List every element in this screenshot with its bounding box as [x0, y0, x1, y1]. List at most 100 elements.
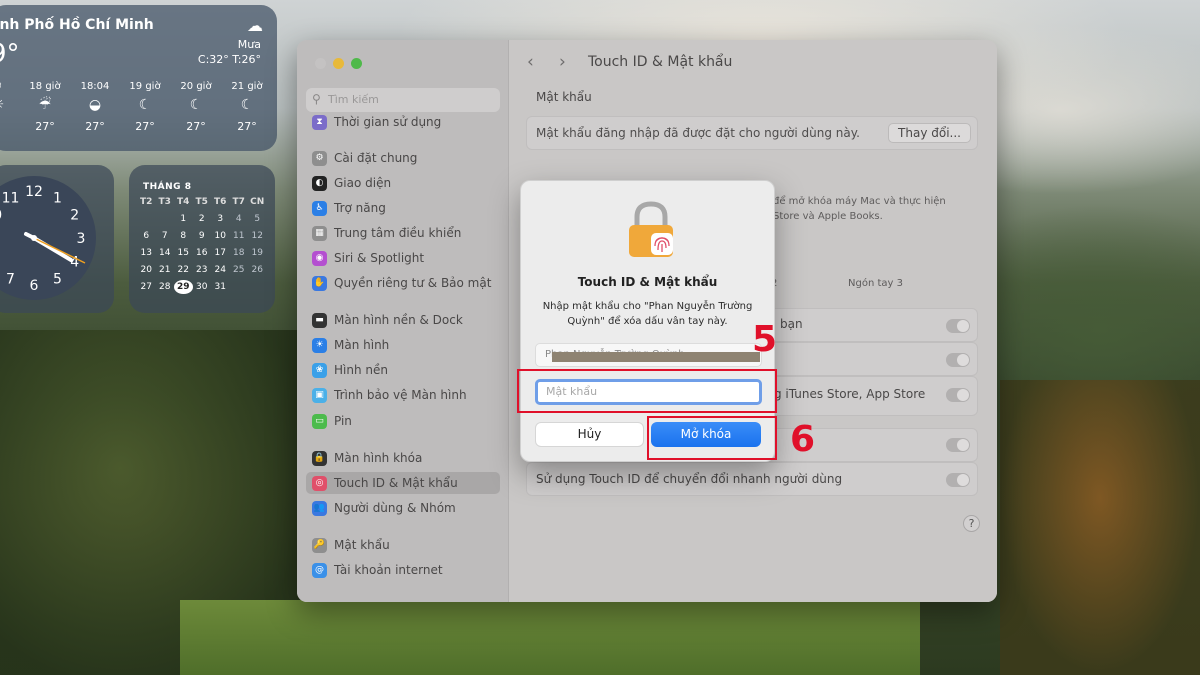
sidebar-item-12[interactable]: 🔒 Màn hình khóa [306, 447, 500, 469]
toggle-switch-2[interactable] [946, 353, 970, 367]
calendar-grid: T2 T3 T4 T5 T6 T7 CN 1 2 3 4 5 6 7 8 9 10 11 12 13 14 15 16 17 1… [137, 195, 267, 294]
calendar-day: 11 [233, 231, 245, 241]
back-chevron-icon[interactable]: ‹ [527, 52, 534, 72]
sidebar-item-label: Hình nền [334, 363, 388, 377]
toggle-switch-5[interactable] [946, 473, 970, 487]
sidebar-item-label: Trung tâm điều khiển [334, 226, 462, 240]
sidebar-item-icon: ◎ [312, 476, 327, 491]
clock-numeral: 3 [77, 231, 86, 247]
change-password-button[interactable]: Thay đổi... [888, 123, 971, 143]
calendar-day: 31 [214, 282, 226, 292]
sidebar-item-label: Trợ năng [334, 201, 386, 215]
sidebar-item-9[interactable]: ❀ Hình nền [306, 359, 500, 381]
calendar-day: 6 [143, 231, 150, 241]
calendar-weekday: CN [250, 197, 265, 207]
forward-chevron-icon[interactable]: › [559, 52, 566, 72]
calendar-day: 28 [159, 282, 171, 292]
clock-numeral: 11 [2, 190, 20, 206]
sidebar-item-8[interactable]: ☀ Màn hình [306, 334, 500, 356]
sidebar-item-label: Giao diện [334, 176, 392, 190]
calendar-day: 10 [214, 231, 226, 241]
clock-widget[interactable]: 121234567891011 [0, 165, 114, 313]
sidebar-item-label: Mật khẩu [334, 538, 390, 552]
calendar-month: THÁNG 8 [143, 182, 192, 192]
weather-hour-4: 20 giờ ☾ 27° [176, 81, 216, 133]
calendar-day: 2 [198, 214, 205, 224]
calendar-day: 4 [235, 214, 242, 224]
calendar-day: 23 [196, 265, 208, 275]
calendar-weekday: T5 [195, 197, 208, 207]
calendar-day [230, 280, 249, 294]
calendar-day: 19 [251, 248, 263, 258]
sidebar-item-3[interactable]: ♿ Trợ năng [306, 197, 500, 219]
sidebar-item-label: Màn hình [334, 338, 390, 352]
sidebar-item-10[interactable]: ▣ Trình bảo vệ Màn hình [306, 384, 500, 406]
cancel-button[interactable]: Hủy [535, 422, 644, 447]
search-icon: ⚲ [312, 92, 321, 106]
calendar-today: 29 [174, 280, 193, 294]
calendar-day: 20 [140, 265, 152, 275]
password-row: Mật khẩu đăng nhập đã được đặt cho người… [526, 116, 978, 150]
hour-temp: 27° [135, 120, 155, 133]
zoom-window-button[interactable] [351, 58, 362, 69]
clock-numeral: 1 [53, 190, 62, 206]
username-field[interactable]: Phan Nguyễn Trường Quỳnh [535, 343, 762, 367]
sidebar-item-2[interactable]: ◐ Giao diện [306, 172, 500, 194]
weather-hour-2: 18:04 ◒ 27° [75, 81, 115, 133]
sidebar-item-icon: ▭ [312, 414, 327, 429]
toggle-switch-3[interactable] [946, 388, 970, 402]
sidebar-item-14[interactable]: 👥 Người dùng & Nhóm [306, 497, 500, 519]
sidebar-item-7[interactable]: ▬ Màn hình nền & Dock [306, 309, 500, 331]
hour-temp: 27° [237, 120, 257, 133]
minimize-window-button[interactable] [333, 58, 344, 69]
calendar-day: 25 [233, 265, 245, 275]
sidebar-item-5[interactable]: ◉ Siri & Spotlight [306, 247, 500, 269]
calendar-day [156, 212, 175, 226]
sidebar-search-input[interactable]: ⚲ Tìm kiếm [306, 88, 500, 112]
highlight-box-password [517, 369, 777, 413]
sidebar-item-icon: ⧗ [312, 115, 327, 130]
calendar-weekday: T4 [177, 197, 190, 207]
cloud-rain-icon: ☁ [247, 16, 263, 35]
sidebar-item-11[interactable]: ▭ Pin [306, 410, 500, 432]
sidebar-item-0[interactable]: ⧗ Thời gian sử dụng [306, 111, 500, 133]
weather-condition: Mưa [237, 38, 261, 51]
toggle-switch-1[interactable] [946, 319, 970, 333]
toggle-switch-4[interactable] [946, 438, 970, 452]
sidebar-item-13[interactable]: ◎ Touch ID & Mật khẩu [306, 472, 500, 494]
calendar-day: 16 [196, 248, 208, 258]
hour-temp: ° [0, 120, 18, 133]
highlight-box-unlock [647, 416, 777, 460]
weather-hour-1: 18 giờ ☔ 27° [25, 81, 65, 133]
calendar-day: 15 [177, 248, 189, 258]
weather-hour-5: 21 giờ ☾ 27° [227, 81, 267, 133]
hour-temp: 27° [35, 120, 55, 133]
help-button[interactable]: ? [963, 515, 980, 532]
analog-clock-icon: 121234567891011 [0, 176, 96, 300]
clock-numeral: 6 [30, 278, 39, 294]
sidebar-item-6[interactable]: ✋ Quyền riêng tư & Bảo mật [306, 272, 500, 294]
calendar-day: 9 [198, 231, 205, 241]
close-window-button[interactable] [315, 58, 326, 69]
clock-numeral: 12 [25, 184, 43, 200]
finger-3-label: Ngón tay 3 [848, 278, 903, 289]
weather-hour-3: 19 giờ ☾ 27° [125, 81, 165, 133]
weather-city: ành Phố Hồ Chí Minh [0, 17, 154, 33]
sidebar-item-label: Touch ID & Mật khẩu [334, 476, 458, 490]
calendar-weekday: T7 [232, 197, 245, 207]
calendar-day: 1 [180, 214, 187, 224]
sidebar-item-label: Màn hình khóa [334, 451, 423, 465]
sidebar-item-icon: ◉ [312, 251, 327, 266]
weather-temperature: 9° [0, 39, 20, 69]
hour-time: 18:04 [80, 81, 110, 92]
sidebar-item-16[interactable]: @ Tài khoản internet [306, 559, 500, 581]
sidebar-item-1[interactable]: ⚙ Cài đặt chung [306, 147, 500, 169]
calendar-day [137, 212, 156, 226]
sidebar-item-4[interactable]: ▦ Trung tâm điều khiển [306, 222, 500, 244]
sidebar-item-15[interactable]: 🔑 Mật khẩu [306, 534, 500, 556]
clock-numeral: 7 [6, 272, 15, 288]
sidebar-item-icon: ✋ [312, 276, 327, 291]
weather-widget[interactable]: ành Phố Hồ Chí Minh 9° ☁ Mưa C:32° T:26°… [0, 5, 277, 151]
calendar-widget[interactable]: THÁNG 8 T2 T3 T4 T5 T6 T7 CN 1 2 3 4 5 6 7 8 9 10 11 12 13 1… [129, 165, 275, 313]
moon-rain-icon: ☾ [240, 97, 254, 113]
